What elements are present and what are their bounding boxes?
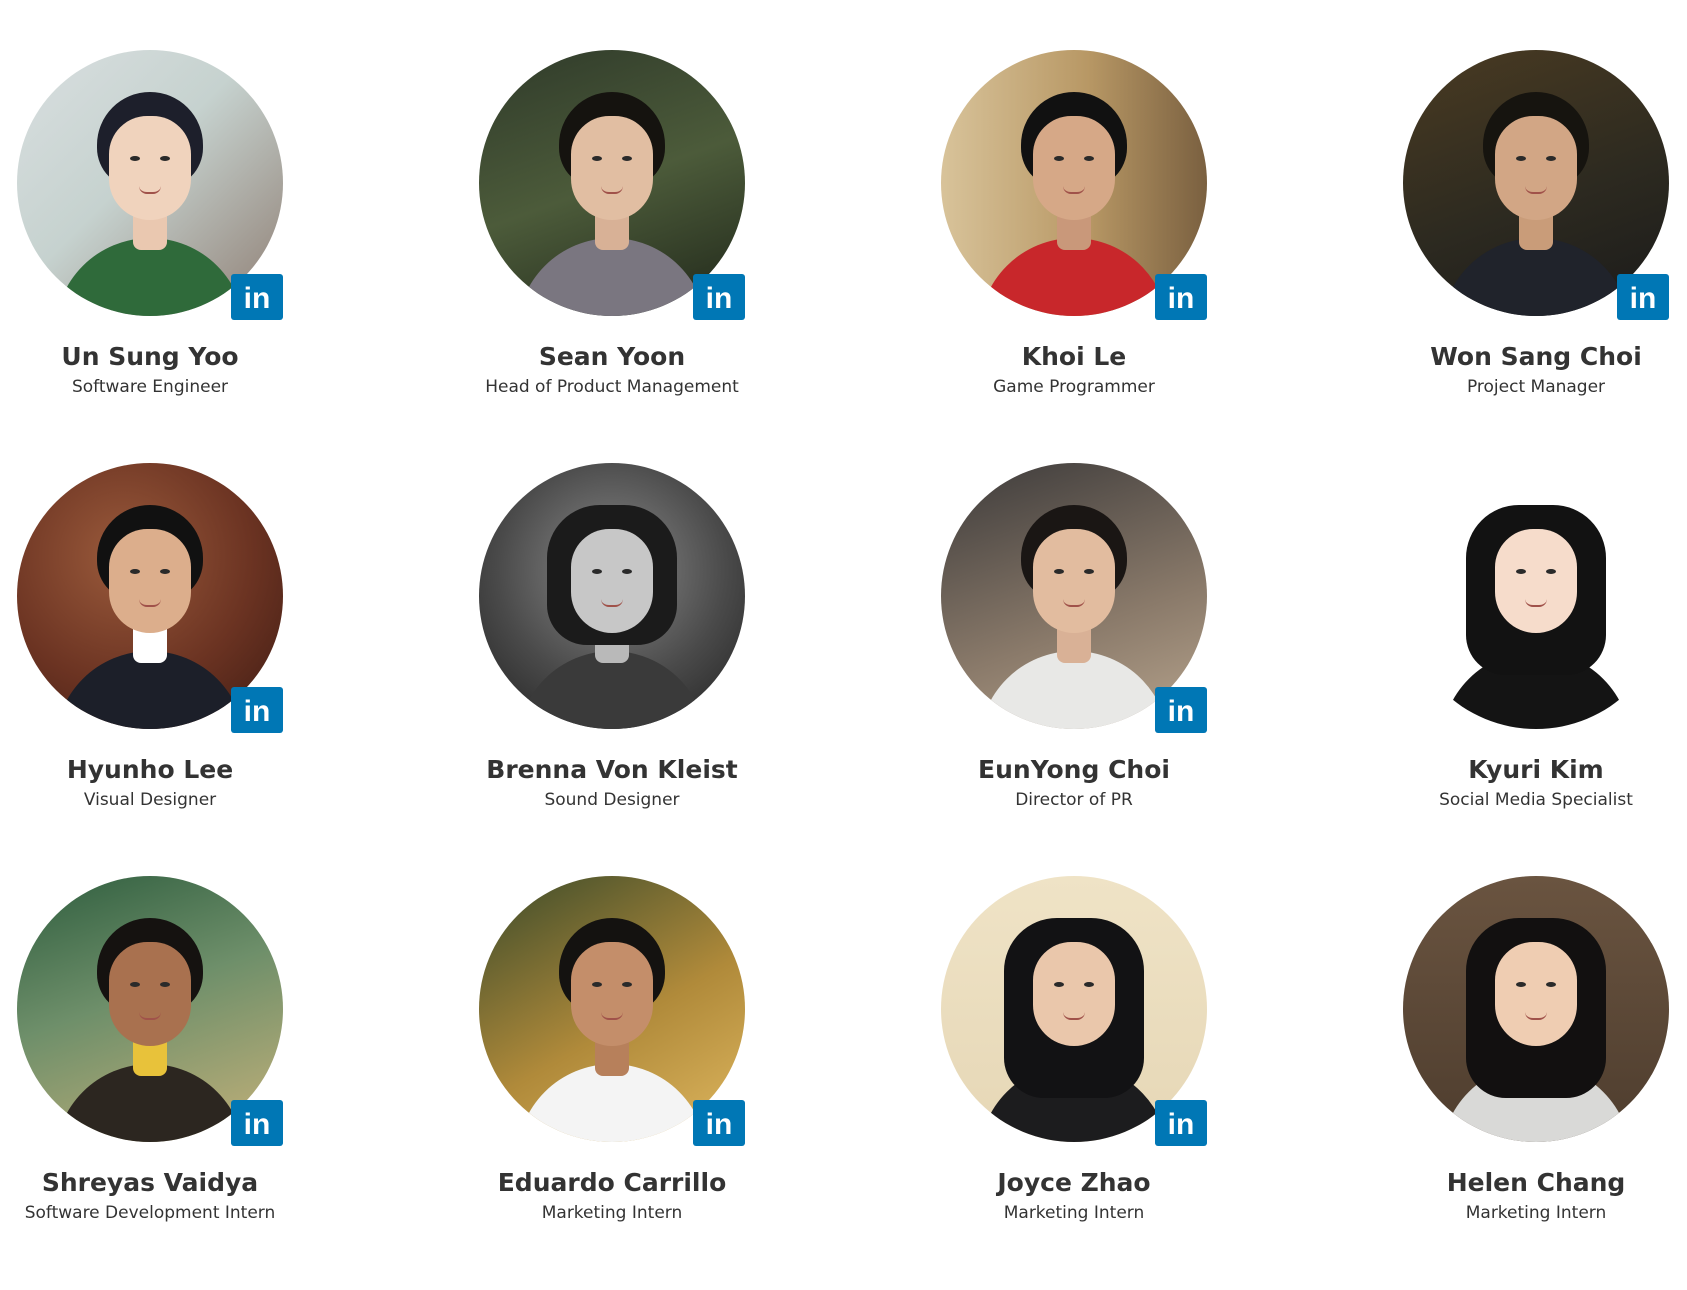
member-name: Hyunho Lee (66, 755, 234, 784)
member-photo-wrap: in (17, 463, 283, 733)
member-photo-wrap: in (1403, 50, 1669, 320)
team-member-card: in Won Sang Choi Project Manager (1326, 50, 1687, 398)
member-photo (479, 463, 745, 729)
member-role: Sound Designer (544, 790, 680, 810)
linkedin-icon: in (706, 1108, 733, 1139)
team-grid: in Un Sung Yoo Software Engineer in Sean (0, 0, 1687, 1290)
member-name: Sean Yoon (538, 342, 686, 371)
member-name: Helen Chang (1446, 1168, 1626, 1197)
svg-text:in: in (706, 1108, 733, 1139)
member-role: Visual Designer (83, 790, 217, 810)
member-photo-wrap: in (17, 876, 283, 1146)
linkedin-button[interactable]: in (231, 687, 283, 733)
team-member-card: in Shreyas Vaidya Software Development I… (0, 876, 360, 1224)
member-photo-wrap: in (941, 463, 1207, 733)
member-photo (1403, 463, 1669, 729)
linkedin-icon: in (1630, 282, 1657, 313)
member-photo-wrap: in (479, 50, 745, 320)
team-member-card: Helen Chang Marketing Intern (1326, 876, 1687, 1224)
svg-text:in: in (1168, 1108, 1195, 1139)
svg-text:in: in (706, 282, 733, 313)
linkedin-icon: in (244, 1108, 271, 1139)
member-photo (1403, 876, 1669, 1142)
member-role: Software Engineer (71, 377, 229, 397)
member-photo-wrap (1403, 463, 1669, 729)
member-role: Head of Product Management (485, 377, 739, 397)
svg-text:in: in (1630, 282, 1657, 313)
svg-text:in: in (1168, 695, 1195, 726)
linkedin-icon: in (244, 695, 271, 726)
member-role: Game Programmer (993, 377, 1155, 397)
linkedin-button[interactable]: in (693, 1100, 745, 1146)
team-member-card: in EunYong Choi Director of PR (864, 463, 1284, 811)
linkedin-icon: in (244, 282, 271, 313)
linkedin-button[interactable]: in (231, 274, 283, 320)
member-role: Marketing Intern (1465, 1203, 1607, 1223)
member-role: Social Media Specialist (1439, 790, 1633, 810)
member-photo-wrap: in (941, 50, 1207, 320)
svg-text:in: in (244, 1108, 271, 1139)
member-name: Kyuri Kim (1468, 755, 1604, 784)
team-member-card: in Khoi Le Game Programmer (864, 50, 1284, 398)
svg-text:in: in (244, 282, 271, 313)
linkedin-icon: in (706, 282, 733, 313)
linkedin-button[interactable]: in (1155, 687, 1207, 733)
member-name: EunYong Choi (978, 755, 1170, 784)
team-member-card: in Eduardo Carrillo Marketing Intern (402, 876, 822, 1224)
member-photo-wrap: in (479, 876, 745, 1146)
linkedin-button[interactable]: in (693, 274, 745, 320)
member-name: Shreyas Vaidya (41, 1168, 259, 1197)
member-name: Won Sang Choi (1430, 342, 1642, 371)
member-role: Project Manager (1466, 377, 1606, 397)
linkedin-icon: in (1168, 695, 1195, 726)
member-name: Un Sung Yoo (61, 342, 239, 371)
linkedin-button[interactable]: in (231, 1100, 283, 1146)
member-role: Marketing Intern (1003, 1203, 1145, 1223)
svg-text:in: in (1168, 282, 1195, 313)
team-member-card: Brenna Von Kleist Sound Designer (402, 463, 822, 811)
team-member-card: in Sean Yoon Head of Product Management (402, 50, 822, 398)
member-name: Khoi Le (1021, 342, 1127, 371)
member-name: Joyce Zhao (997, 1168, 1151, 1197)
svg-text:in: in (244, 695, 271, 726)
linkedin-icon: in (1168, 282, 1195, 313)
team-member-card: in Hyunho Lee Visual Designer (0, 463, 360, 811)
linkedin-button[interactable]: in (1617, 274, 1669, 320)
member-photo-wrap: in (941, 876, 1207, 1146)
team-member-card: in Un Sung Yoo Software Engineer (0, 50, 360, 398)
member-role: Marketing Intern (541, 1203, 683, 1223)
member-role: Director of PR (1015, 790, 1133, 810)
linkedin-button[interactable]: in (1155, 274, 1207, 320)
member-photo-wrap: in (17, 50, 283, 320)
member-photo-wrap (1403, 876, 1669, 1142)
member-role: Software Development Intern (24, 1203, 276, 1223)
member-photo-wrap (479, 463, 745, 729)
team-member-card: Kyuri Kim Social Media Specialist (1326, 463, 1687, 811)
member-name: Eduardo Carrillo (497, 1168, 727, 1197)
member-name: Brenna Von Kleist (486, 755, 738, 784)
linkedin-button[interactable]: in (1155, 1100, 1207, 1146)
team-member-card: in Joyce Zhao Marketing Intern (864, 876, 1284, 1224)
linkedin-icon: in (1168, 1108, 1195, 1139)
